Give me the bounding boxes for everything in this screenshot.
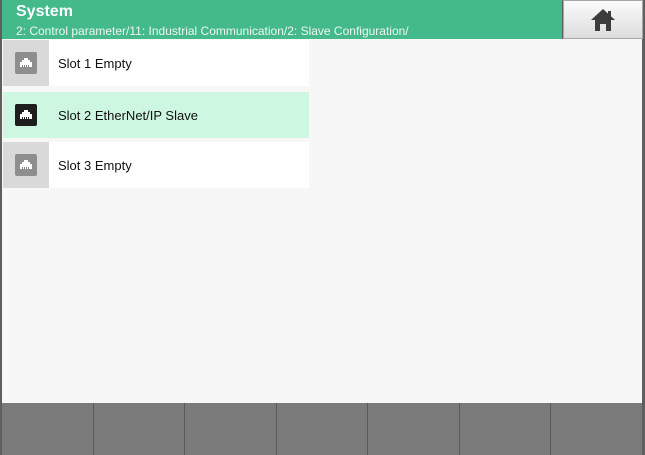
slot-1-icon-box (3, 40, 49, 86)
slot-1-label: Slot 1 Empty (58, 55, 132, 71)
ethernet-port-icon (15, 104, 37, 126)
slot-2-item[interactable]: Slot 2 EtherNet/IP Slave (3, 92, 309, 138)
function-key-3[interactable] (185, 403, 277, 455)
slot-2-label: Slot 2 EtherNet/IP Slave (58, 107, 198, 123)
function-key-bar (2, 403, 643, 455)
breadcrumb: 2: Control parameter/11: Industrial Comm… (16, 24, 409, 38)
home-button[interactable] (563, 0, 643, 39)
home-icon (591, 8, 615, 31)
function-key-1[interactable] (2, 403, 94, 455)
ethernet-port-icon (15, 154, 37, 176)
function-key-4[interactable] (276, 403, 369, 455)
slot-3-label: Slot 3 Empty (58, 157, 132, 173)
slot-1-item[interactable]: Slot 1 Empty (3, 40, 309, 86)
page-title: System (16, 3, 73, 20)
function-key-7[interactable] (551, 403, 643, 455)
function-key-5[interactable] (368, 403, 460, 455)
ethernet-port-icon (15, 52, 37, 74)
title-bar: System 2: Control parameter/11: Industri… (2, 0, 562, 39)
function-key-2[interactable] (93, 403, 186, 455)
slot-3-icon-box (3, 142, 49, 188)
slot-list-panel: Slot 1 Empty Slot 2 EtherNet/IP Slave Sl… (2, 39, 642, 403)
function-key-6[interactable] (459, 403, 552, 455)
slot-3-item[interactable]: Slot 3 Empty (3, 142, 309, 188)
slot-2-icon-box (3, 92, 49, 138)
